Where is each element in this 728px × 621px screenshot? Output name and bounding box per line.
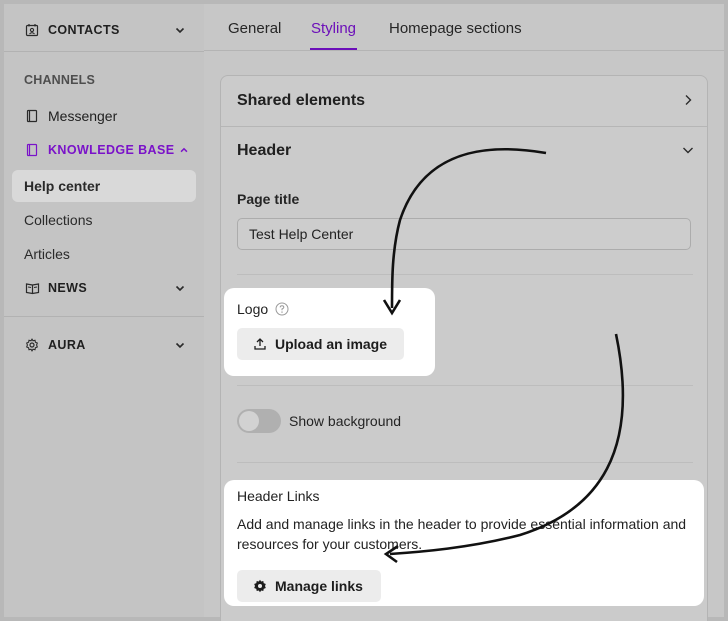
chevron-down-icon[interactable] bbox=[174, 24, 186, 36]
sidebar-item-label: CONTACTS bbox=[48, 23, 120, 37]
sidebar-item-label: AURA bbox=[48, 338, 86, 352]
header-links-description: Add and manage links in the header to pr… bbox=[237, 516, 687, 552]
chevron-down-icon[interactable] bbox=[174, 339, 186, 351]
sidebar-item-label: KNOWLEDGE BASE bbox=[48, 143, 175, 157]
shared-elements-row[interactable]: Shared elements bbox=[221, 76, 707, 126]
sidebar-item-contacts[interactable]: CONTACTS bbox=[4, 20, 204, 40]
divider bbox=[237, 274, 693, 275]
section-label-channels: CHANNELS bbox=[24, 73, 96, 87]
divider bbox=[4, 51, 204, 52]
sidebar-item-help-center[interactable]: Help center bbox=[24, 178, 100, 194]
divider bbox=[4, 316, 204, 317]
header-links-highlight: Header Links Add and manage links in the… bbox=[224, 480, 704, 606]
upload-image-button[interactable]: Upload an image bbox=[237, 328, 404, 360]
chevron-down-icon[interactable] bbox=[681, 143, 695, 157]
tab-styling[interactable]: Styling bbox=[311, 20, 356, 37]
logo-highlight: Logo Upload an image bbox=[224, 288, 435, 376]
sidebar-item-label: NEWS bbox=[48, 281, 88, 295]
sidebar-item-aura[interactable]: AURA bbox=[4, 335, 204, 355]
section-title: Header bbox=[237, 142, 292, 159]
header-links-title: Header Links bbox=[237, 488, 320, 504]
active-tab-indicator bbox=[310, 48, 357, 50]
page-title-input[interactable]: Test Help Center bbox=[237, 218, 691, 250]
toggle-knob bbox=[239, 411, 259, 431]
tab-homepage-sections[interactable]: Homepage sections bbox=[389, 20, 522, 37]
page-title-label: Page title bbox=[237, 191, 300, 207]
button-label: Manage links bbox=[275, 578, 363, 594]
sidebar-item-news[interactable]: NEWS bbox=[4, 278, 204, 298]
gear-icon bbox=[24, 337, 40, 353]
chevron-up-icon[interactable] bbox=[179, 145, 189, 155]
knowledge-base-icon bbox=[24, 142, 40, 158]
chevron-right-icon[interactable] bbox=[681, 93, 695, 107]
book-icon bbox=[24, 108, 40, 124]
sidebar-item-messenger[interactable]: Messenger bbox=[4, 106, 204, 126]
sidebar-item-collections[interactable]: Collections bbox=[24, 212, 92, 228]
sidebar-item-knowledge-base[interactable]: KNOWLEDGE BASE bbox=[4, 140, 204, 160]
upload-icon bbox=[253, 337, 267, 351]
divider bbox=[237, 462, 693, 463]
header-row[interactable]: Header bbox=[221, 127, 707, 175]
tab-general[interactable]: General bbox=[228, 20, 281, 37]
sidebar-item-articles[interactable]: Articles bbox=[24, 246, 70, 262]
sidebar: CONTACTS CHANNELS Messenger KNOWLEDGE BA… bbox=[4, 4, 204, 617]
chevron-down-icon[interactable] bbox=[174, 282, 186, 294]
settings-icon bbox=[253, 579, 267, 593]
logo-label: Logo bbox=[237, 301, 269, 317]
manage-links-button[interactable]: Manage links bbox=[237, 570, 381, 602]
section-title: Shared elements bbox=[237, 92, 366, 109]
show-background-label: Show background bbox=[289, 413, 402, 429]
divider bbox=[237, 385, 693, 386]
contacts-icon bbox=[24, 22, 40, 38]
button-label: Upload an image bbox=[275, 336, 388, 352]
sidebar-item-label: Messenger bbox=[48, 108, 118, 124]
show-background-toggle[interactable] bbox=[237, 409, 281, 433]
tab-bar: General Styling Homepage sections bbox=[204, 4, 724, 51]
help-icon[interactable] bbox=[275, 302, 289, 316]
news-icon bbox=[24, 280, 40, 296]
